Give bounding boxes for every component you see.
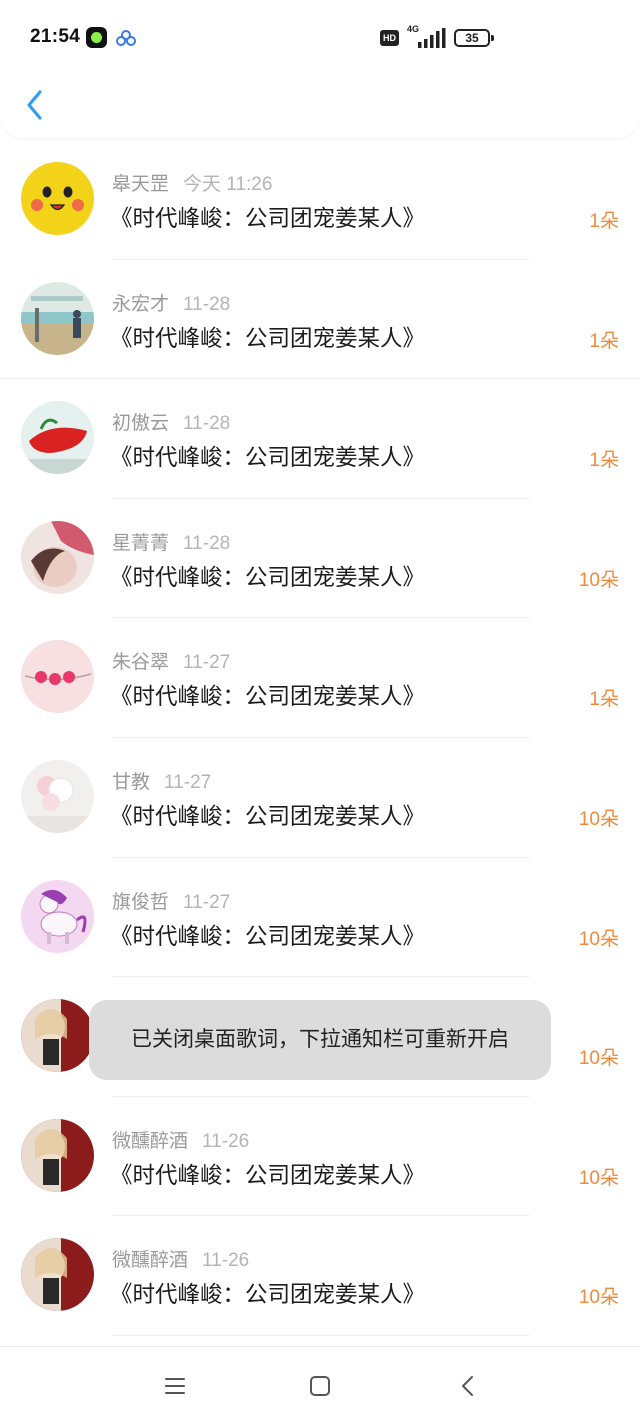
avatar[interactable] [21, 1118, 94, 1192]
avatar[interactable] [21, 401, 94, 475]
flower-count: 10朵 [578, 1167, 619, 1189]
list-item[interactable]: 永宏才 11-28 《时代峰峻：公司团宠姜某人》 1朵 [0, 260, 640, 380]
book-title: 《时代峰峻：公司团宠姜某人》 [110, 803, 426, 829]
gift-date: 11-28 [183, 532, 231, 554]
book-title: 《时代峰峻：公司团宠姜某人》 [110, 564, 426, 590]
avatar[interactable] [21, 640, 94, 714]
flower-count: 10朵 [578, 928, 619, 950]
sender-name: 朱谷翠 [112, 652, 170, 674]
app-notification-icon [86, 27, 107, 48]
avatar[interactable] [21, 1238, 94, 1312]
list-item[interactable]: 微醺醉酒 11-26 《时代峰峻：公司团宠姜某人》 10朵 [0, 1216, 640, 1336]
sender-name: 旗俊哲 [112, 891, 170, 913]
list-item[interactable]: 甘教 11-27 《时代峰峻：公司团宠姜某人》 10朵 [0, 738, 640, 858]
gift-date: 11-27 [164, 771, 212, 793]
chevron-left-icon [27, 90, 42, 120]
status-bar: 21:54 HD 4G 35 [0, 0, 640, 76]
sender-name: 永宏才 [112, 293, 170, 315]
sender-meta: 初傲云 11-28 [112, 408, 230, 435]
system-nav-bar [0, 1346, 640, 1422]
cloud-icon [116, 30, 136, 46]
flower-count: 10朵 [578, 1287, 619, 1309]
menu-icon [165, 1378, 185, 1394]
flower-count: 10朵 [578, 569, 619, 591]
book-title: 《时代峰峻：公司团宠姜某人》 [110, 684, 426, 710]
gift-date: 今天 11:26 [183, 174, 273, 195]
flower-count: 1朵 [589, 450, 619, 472]
list-item[interactable]: 旗俊哲 11-27 《时代峰峻：公司团宠姜某人》 10朵 [0, 858, 640, 978]
gift-date: 11-27 [183, 652, 231, 674]
flower-count: 1朵 [589, 211, 619, 232]
gift-date: 11-26 [202, 1250, 250, 1272]
book-title: 《时代峰峻：公司团宠姜某人》 [110, 1282, 426, 1308]
book-title: 《时代峰峻：公司团宠姜某人》 [110, 1162, 426, 1188]
hd-badge: HD [380, 30, 399, 46]
sender-name: 甘教 [112, 771, 151, 793]
book-title: 《时代峰峻：公司团宠姜某人》 [110, 206, 426, 231]
avatar[interactable] [21, 281, 94, 355]
list-item[interactable]: 微醺醉酒 11-26 《时代峰峻：公司团宠姜某人》 10朵 [0, 1097, 640, 1217]
sender-name: 星菁菁 [112, 532, 170, 554]
gift-date: 11-26 [202, 1130, 250, 1152]
avatar[interactable] [21, 759, 94, 833]
gift-date: 11-28 [183, 413, 231, 435]
book-title: 《时代峰峻：公司团宠姜某人》 [110, 325, 426, 351]
list-item[interactable]: 初傲云 11-28 《时代峰峻：公司团宠姜某人》 1朵 [0, 379, 640, 499]
sender-meta: 旗俊哲 11-27 [112, 887, 230, 914]
list-item[interactable]: 星菁菁 11-28 《时代峰峻：公司团宠姜某人》 10朵 [0, 499, 640, 619]
battery-indicator: 35 [454, 29, 494, 47]
sender-meta: 朱谷翠 11-27 [112, 647, 230, 674]
sender-name: 微醺醉酒 [112, 1250, 189, 1272]
flower-count: 1朵 [589, 689, 619, 711]
avatar[interactable] [21, 879, 94, 953]
top-header [0, 76, 640, 138]
gift-list: 皋天罡 今天 11:26 《时代峰峻：公司团宠姜某人》 1朵 永宏才 11-28 《… [0, 140, 640, 1336]
sender-name: 微醺醉酒 [112, 1130, 189, 1152]
status-time: 21:54 [30, 26, 81, 47]
list-item[interactable]: 皋天罡 今天 11:26 《时代峰峻：公司团宠姜某人》 1朵 [0, 140, 640, 260]
menu-button[interactable] [160, 1371, 190, 1401]
toast-message: 已关闭桌面歌词，下拉通知栏可重新开启 [89, 1000, 551, 1080]
flower-count: 10朵 [578, 808, 619, 830]
avatar[interactable] [21, 520, 94, 594]
avatar[interactable] [21, 162, 94, 235]
sender-meta: 星菁菁 11-28 [112, 528, 230, 555]
system-back-button[interactable] [454, 1371, 484, 1401]
sender-meta: 甘教 11-27 [112, 767, 211, 794]
gift-date: 11-27 [183, 891, 231, 913]
avatar[interactable] [21, 999, 94, 1073]
sender-name: 初傲云 [112, 413, 170, 435]
home-square-icon [310, 1376, 330, 1396]
sender-meta: 微醺醉酒 11-26 [112, 1126, 249, 1153]
list-item[interactable]: 朱谷翠 11-27 《时代峰峻：公司团宠姜某人》 1朵 [0, 618, 640, 738]
back-button[interactable] [20, 84, 50, 124]
book-title: 《时代峰峻：公司团宠姜某人》 [110, 923, 426, 949]
home-button[interactable] [305, 1371, 335, 1401]
sender-meta: 微醺醉酒 11-26 [112, 1245, 249, 1272]
gift-date: 11-28 [183, 293, 231, 315]
signal-strength-icon [418, 28, 446, 48]
sender-meta: 皋天罡 今天 11:26 [112, 169, 272, 196]
sender-name: 皋天罡 [112, 174, 170, 195]
flower-count: 1朵 [589, 330, 619, 352]
back-chevron-icon [462, 1376, 473, 1396]
sender-meta: 永宏才 11-28 [112, 289, 230, 316]
book-title: 《时代峰峻：公司团宠姜某人》 [110, 445, 426, 471]
flower-count: 10朵 [578, 1048, 619, 1070]
